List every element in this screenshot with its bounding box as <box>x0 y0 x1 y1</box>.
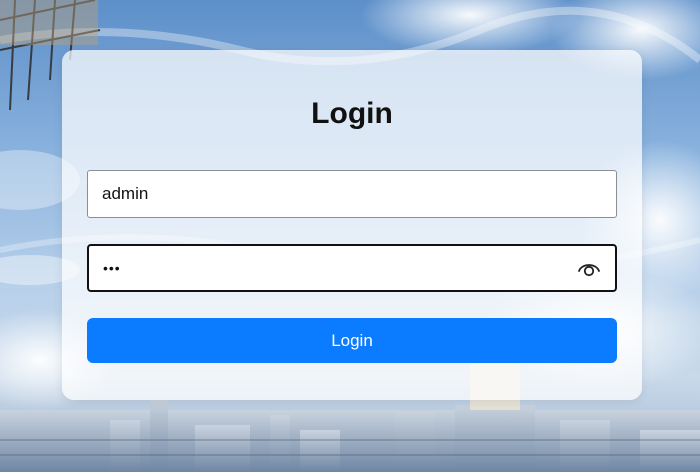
password-input[interactable] <box>89 246 615 290</box>
login-title: Login <box>311 97 393 130</box>
password-field[interactable] <box>87 244 617 292</box>
username-field[interactable] <box>87 170 617 218</box>
login-button[interactable]: Login <box>87 318 617 363</box>
eye-icon[interactable] <box>577 258 601 280</box>
username-input[interactable] <box>88 171 616 217</box>
login-card: Login Login <box>62 50 642 400</box>
